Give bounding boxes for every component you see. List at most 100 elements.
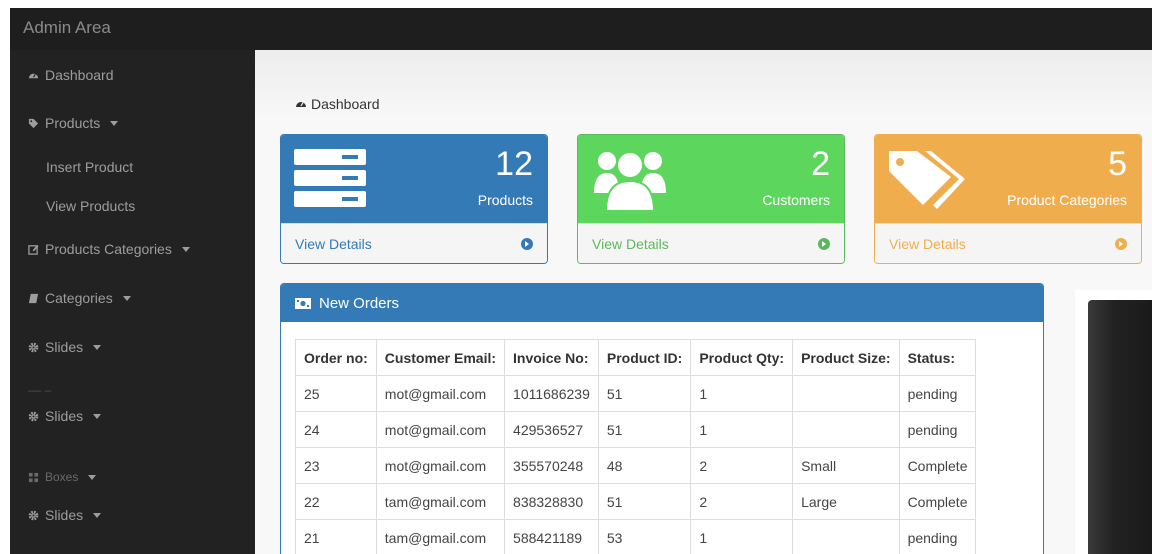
panel-heading: 5 Product Categories: [875, 135, 1141, 223]
cell-status: pending: [898, 411, 977, 448]
server-icon: [294, 149, 366, 207]
breadcrumb: Dashboard: [295, 96, 380, 112]
side-image: [1088, 300, 1152, 554]
sidebar-item-insert-product[interactable]: Insert Product: [46, 159, 133, 175]
sidebar-item-boxes[interactable]: Boxes: [28, 470, 97, 484]
products-panel: 12 Products View Details: [280, 134, 548, 264]
column-header: Order no:: [295, 339, 377, 376]
sidebar-item-categories[interactable]: Categories: [28, 290, 131, 306]
sidebar-item-label: Products Categories: [45, 241, 172, 257]
users-icon: [594, 151, 666, 212]
cell-invoice: 588421189: [504, 519, 599, 554]
column-header: Invoice No:: [504, 339, 599, 376]
sidebar-item-products[interactable]: Products: [28, 115, 119, 131]
caret-down-icon: [88, 474, 97, 480]
customers-panel: 2 Customers View Details: [577, 134, 845, 264]
cell-size: Large: [792, 483, 900, 520]
sidebar-item-label: Boxes: [45, 470, 79, 484]
cell-invoice: 1011686239: [504, 375, 599, 412]
caret-down-icon: [93, 344, 102, 350]
cell-size: [792, 519, 900, 554]
new-orders-title: New Orders: [319, 294, 400, 312]
book-icon: [28, 293, 39, 303]
sidebar-item-products-categories[interactable]: Products Categories: [28, 241, 190, 257]
orders-table: Order no: Customer Email: Invoice No: Pr…: [295, 339, 977, 554]
dashboard-icon: [296, 102, 306, 107]
dashboard-icon: [28, 73, 39, 78]
products-view-details[interactable]: View Details: [281, 223, 547, 263]
edit-icon: [28, 244, 39, 255]
cell-size: [792, 411, 900, 448]
cell-email: mot@gmail.com: [375, 411, 506, 448]
gear-icon: [28, 342, 39, 352]
caret-down-icon: [93, 413, 102, 419]
cell-status: Complete: [898, 483, 977, 520]
view-details-link[interactable]: View Details: [592, 236, 669, 252]
cell-email: tam@gmail.com: [375, 519, 506, 554]
caret-down-icon: [93, 512, 102, 518]
cell-qty: 1: [690, 411, 794, 448]
cell-invoice: 355570248: [504, 447, 599, 484]
cell-order-no: 22: [295, 483, 377, 520]
table-row[interactable]: 23 mot@gmail.com 355570248 48 2 Small Co…: [295, 447, 977, 484]
sidebar-item-label: Slides: [45, 339, 84, 355]
sidebar-item-slides-2[interactable]: Slides: [28, 408, 102, 424]
side-image-panel: [1075, 290, 1152, 554]
table-row[interactable]: 21 tam@gmail.com 588421189 53 1 pending: [295, 519, 977, 554]
arrow-circle-right-icon[interactable]: [1115, 238, 1127, 250]
cell-size: Small: [792, 447, 900, 484]
customers-count: 2: [811, 145, 830, 183]
sidebar-item-dashboard[interactable]: Dashboard: [28, 67, 114, 83]
categories-label: Product Categories: [1007, 192, 1127, 208]
customers-view-details[interactable]: View Details: [578, 223, 844, 263]
sidebar-item-slides-3[interactable]: Slides: [28, 507, 102, 523]
column-header: Customer Email:: [375, 339, 506, 376]
sidebar-item-label: Categories: [45, 290, 113, 306]
gear-icon: [28, 510, 39, 520]
cell-size: [792, 375, 900, 412]
cell-product-id: 51: [597, 375, 692, 412]
main-content: Dashboard 12 Products View Details 2 Cus…: [255, 50, 1152, 554]
cell-email: mot@gmail.com: [375, 447, 506, 484]
admin-window: Admin Area Dashboard Products Insert Pro…: [10, 8, 1152, 554]
cell-email: tam@gmail.com: [375, 483, 506, 520]
view-details-link[interactable]: View Details: [295, 236, 372, 252]
cell-qty: 2: [690, 447, 794, 484]
cell-product-id: 51: [597, 411, 692, 448]
arrow-circle-right-icon[interactable]: [521, 238, 533, 250]
column-header: Product ID:: [597, 339, 692, 376]
categories-count: 5: [1108, 145, 1127, 183]
brand-title[interactable]: Admin Area: [23, 18, 111, 38]
cell-email: mot@gmail.com: [375, 375, 506, 412]
categories-view-details[interactable]: View Details: [875, 223, 1141, 263]
products-count: 12: [495, 145, 533, 183]
cell-product-id: 48: [597, 447, 692, 484]
table-header-row: Order no: Customer Email: Invoice No: Pr…: [295, 339, 977, 376]
new-orders-heading: New Orders: [281, 284, 1043, 322]
page-header: Dashboard: [255, 50, 1152, 122]
column-header: Product Size:: [792, 339, 900, 376]
column-header: Product Qty:: [690, 339, 794, 376]
sidebar-item-label: Dashboard: [45, 67, 114, 83]
cell-invoice: 838328830: [504, 483, 599, 520]
cell-product-id: 53: [597, 519, 692, 554]
sidebar-item-label: Slides: [45, 408, 84, 424]
caret-down-icon: [122, 295, 131, 301]
product-categories-panel: 5 Product Categories View Details: [874, 134, 1142, 264]
view-details-link[interactable]: View Details: [889, 236, 966, 252]
customers-label: Customers: [762, 192, 830, 208]
sidebar-item-slides[interactable]: Slides: [28, 339, 102, 355]
table-row[interactable]: 24 mot@gmail.com 429536527 51 1 pending: [295, 411, 977, 448]
cell-status: pending: [898, 375, 977, 412]
money-icon: [295, 297, 311, 309]
cell-qty: 1: [690, 519, 794, 554]
panel-heading: 2 Customers: [578, 135, 844, 223]
breadcrumb-label[interactable]: Dashboard: [311, 96, 380, 112]
products-label: Products: [477, 192, 533, 208]
sidebar-item-view-products[interactable]: View Products: [46, 198, 135, 214]
table-row[interactable]: 25 mot@gmail.com 1011686239 51 1 pending: [295, 375, 977, 412]
new-orders-panel: New Orders Order no: Customer Email: Inv…: [280, 283, 1044, 554]
cell-status: Complete: [898, 447, 977, 484]
table-row[interactable]: 22 tam@gmail.com 838328830 51 2 Large Co…: [295, 483, 977, 520]
arrow-circle-right-icon[interactable]: [818, 238, 830, 250]
